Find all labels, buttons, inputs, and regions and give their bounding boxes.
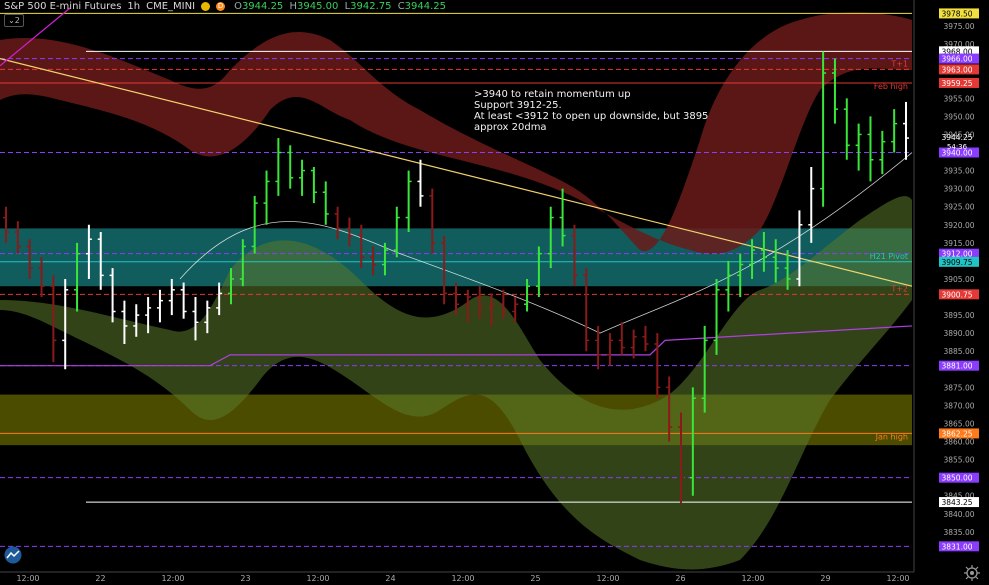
y-tick-label: 3975.00 [943, 22, 974, 31]
x-tick-label: 12:00 [16, 574, 39, 583]
y-tick-label: 3950.00 [943, 112, 974, 121]
y-tick-label: 3905.00 [943, 275, 974, 284]
y-tick-label: 3860.00 [943, 438, 974, 447]
open-value: 3944.25 [241, 1, 284, 12]
current-price-label: 3944.25 [941, 133, 972, 142]
settings-gear-icon[interactable] [962, 563, 982, 583]
y-tick-label: 3955.00 [943, 94, 974, 103]
price-label-12: 3843.25 [941, 498, 972, 507]
x-tick-label: 12:00 [161, 574, 184, 583]
annotation-note[interactable]: >3940 to retain momentum up Support 3912… [474, 89, 708, 133]
x-tick-label: 25 [530, 574, 540, 583]
symbol-name[interactable]: S&P 500 E-mini Futures [4, 1, 121, 12]
y-tick-label: 3870.00 [943, 401, 974, 410]
x-tick-label: 29 [820, 574, 830, 583]
price-label-0: 3978.50 [941, 9, 972, 18]
y-tick-label: 3930.00 [943, 185, 974, 194]
level-label-2: H21 Pivot [870, 252, 908, 261]
price-chart[interactable]: T+1 Feb high H21 Pivot T+2 Jan high 3835.00 3… [0, 0, 989, 585]
chart-header: S&P 500 E-mini Futures 1h CME_MINI D O39… [4, 1, 446, 12]
price-label-13: 3831.00 [941, 542, 972, 551]
x-tick-label: 12:00 [741, 574, 764, 583]
y-tick-label: 3935.00 [943, 167, 974, 176]
low-value: 3942.75 [350, 1, 392, 12]
status-dot-icon [201, 2, 211, 11]
price-label-7: 3909.75 [941, 258, 972, 267]
price-axis[interactable]: 3835.003840.003845.003855.003860.003865.… [913, 0, 989, 585]
x-tick-label: 12:00 [306, 574, 329, 583]
y-tick-label: 3865.00 [943, 419, 974, 428]
y-tick-label: 3915.00 [943, 239, 974, 248]
level-label-1: Feb high [874, 82, 908, 91]
y-tick-label: 3885.00 [943, 347, 974, 356]
x-tick-label: 22 [95, 574, 105, 583]
level-label-0: T+1 [890, 59, 908, 68]
price-label-3: 3963.00 [941, 65, 972, 74]
ohlc-readout: O3944.25 H3945.00 L3942.75 C3944.25 [234, 1, 447, 12]
exchange-label: CME_MINI [146, 1, 196, 12]
level-label-3: T+2 [890, 284, 908, 293]
x-tick-label: 23 [240, 574, 250, 583]
price-label-11: 3850.00 [941, 474, 972, 483]
x-tick-label: 24 [385, 574, 395, 583]
y-tick-label: 3855.00 [943, 456, 974, 465]
price-label-9: 3881.00 [941, 362, 972, 371]
y-tick-label: 3895.00 [943, 311, 974, 320]
y-tick-label: 3890.00 [943, 329, 974, 338]
delayed-badge: D [216, 2, 226, 11]
price-label-10: 3862.25 [941, 429, 972, 438]
y-tick-label: 3920.00 [943, 221, 974, 230]
price-label-4: 3959.25 [941, 79, 972, 88]
x-tick-label: 12:00 [451, 574, 474, 583]
interval-label[interactable]: 1h [127, 1, 140, 12]
collapse-indicators-button[interactable]: ⌄2 [4, 14, 24, 27]
x-tick-label: 12:00 [596, 574, 619, 583]
chevron-down-icon: ⌄ [8, 16, 15, 25]
y-tick-label: 3835.00 [943, 528, 974, 537]
x-tick-label: 12:00 [886, 574, 909, 583]
price-label-2: 3966.00 [941, 55, 972, 64]
close-value: 3944.25 [404, 1, 447, 12]
high-value: 3945.00 [297, 1, 339, 12]
y-tick-label: 3840.00 [943, 510, 974, 519]
y-tick-label: 3875.00 [943, 383, 974, 392]
y-tick-label: 3925.00 [943, 203, 974, 212]
bar-countdown: 54:36 [947, 143, 968, 151]
level-label-4: Jan high [875, 432, 908, 441]
x-tick-label: 26 [675, 574, 685, 583]
price-label-8: 3900.75 [941, 290, 972, 299]
tradingview-logo-icon[interactable] [4, 546, 22, 564]
